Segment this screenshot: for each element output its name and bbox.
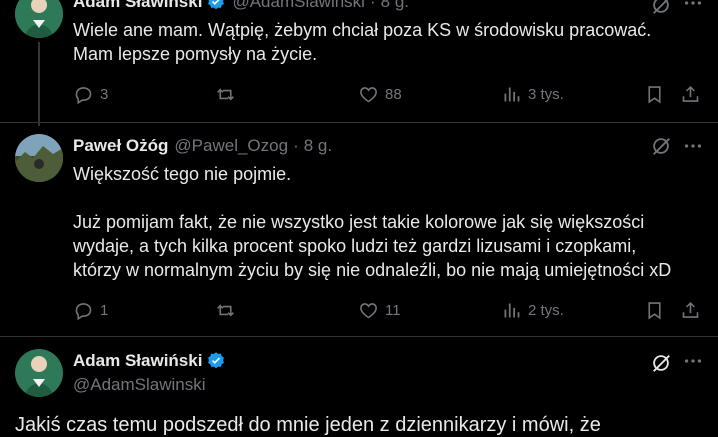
- more-icon[interactable]: [682, 350, 704, 372]
- tweet-header: Adam Sławiński @AdamSlawinski · 8 g.: [73, 0, 409, 12]
- share-icon: [682, 301, 699, 318]
- grok-icon[interactable]: [650, 352, 672, 374]
- grok-icon[interactable]: [650, 135, 672, 157]
- divider: [0, 122, 718, 123]
- tweet-text: Już pomijam fakt, że nie wszystko jest t…: [73, 210, 703, 282]
- avatar[interactable]: [15, 349, 63, 397]
- tweet-text: Jakiś czas temu podszedł do mnie jeden z…: [15, 414, 601, 436]
- reply-button[interactable]: 3: [73, 82, 108, 106]
- separator-dot: ·: [293, 136, 299, 155]
- verified-badge-icon: [208, 0, 225, 10]
- like-icon: [360, 302, 377, 318]
- tweet-line: którzy w normalnym życiu by się nie odna…: [73, 260, 672, 280]
- tweet-line: Wiele ane mam. Wątpię, żebym chciał poza…: [73, 20, 652, 40]
- views-button[interactable]: 3 tys.: [501, 82, 564, 106]
- divider: [0, 336, 718, 337]
- tweet-text: Większość tego nie pojmie.: [73, 162, 703, 186]
- author-handle[interactable]: @AdamSlawinski: [73, 375, 206, 395]
- share-button[interactable]: [680, 298, 701, 322]
- grok-icon[interactable]: [650, 0, 672, 16]
- share-button[interactable]: [680, 82, 701, 106]
- verified-badge-icon: [208, 352, 225, 369]
- bookmark-icon: [648, 85, 661, 103]
- reply-icon: [75, 86, 92, 104]
- tweet-header: Paweł Ożóg @Pawel_Ozog · 8 g.: [73, 136, 332, 156]
- like-count: 88: [385, 85, 402, 103]
- author-name[interactable]: Paweł Ożóg: [73, 136, 168, 156]
- tweet-line: wydaje, a tych kilka procent spoko ludzi…: [73, 236, 637, 256]
- reply-icon: [75, 302, 92, 320]
- retweet-button[interactable]: [215, 298, 236, 322]
- retweet-icon: [217, 304, 234, 316]
- like-button[interactable]: 11: [358, 298, 401, 322]
- tweet-actions: 3 88 3 tys.: [73, 82, 705, 106]
- author-handle[interactable]: @Pawel_Ozog: [174, 136, 288, 156]
- bookmark-button[interactable]: [644, 82, 665, 106]
- author-name[interactable]: Adam Sławiński: [73, 0, 202, 12]
- retweet-button[interactable]: [215, 82, 236, 106]
- thread-connector: [38, 42, 40, 126]
- share-icon: [682, 85, 699, 102]
- tweet-time[interactable]: 8 g.: [381, 0, 409, 12]
- views-count: 3 tys.: [528, 85, 564, 103]
- tweet-header: Adam Sławiński: [73, 351, 226, 371]
- views-icon: [504, 303, 520, 317]
- views-button[interactable]: 2 tys.: [501, 298, 564, 322]
- reply-count: 1: [100, 301, 109, 319]
- tweet-text: Wiele ane mam. Wątpię, żebym chciał poza…: [73, 18, 703, 66]
- tweet-line: Już pomijam fakt, że nie wszystko jest t…: [73, 212, 645, 232]
- avatar[interactable]: [15, 134, 63, 182]
- like-icon: [360, 86, 377, 102]
- reply-button[interactable]: 1: [73, 298, 108, 322]
- tweet-line: Mam lepsze pomysły na życie.: [73, 44, 318, 64]
- more-icon[interactable]: [682, 0, 704, 14]
- author-handle[interactable]: @AdamSlawinski: [232, 0, 365, 12]
- reply-count: 3: [100, 85, 109, 103]
- retweet-icon: [217, 88, 234, 100]
- bookmark-icon: [648, 301, 661, 319]
- author-name[interactable]: Adam Sławiński: [73, 351, 202, 371]
- like-count: 11: [385, 301, 401, 319]
- tweet-actions: 1 11 2 tys.: [73, 298, 705, 322]
- more-icon[interactable]: [682, 135, 704, 157]
- avatar[interactable]: [15, 0, 63, 38]
- tweet-paragraph: Większość tego nie pojmie.: [73, 164, 292, 184]
- like-button[interactable]: 88: [358, 82, 402, 106]
- tweet-time[interactable]: 8 g.: [304, 136, 332, 156]
- separator-dot: ·: [369, 0, 376, 11]
- bookmark-button[interactable]: [644, 298, 665, 322]
- views-count: 2 tys.: [528, 301, 564, 319]
- views-icon: [504, 87, 520, 101]
- tweet-handle-row: @AdamSlawinski: [73, 375, 206, 395]
